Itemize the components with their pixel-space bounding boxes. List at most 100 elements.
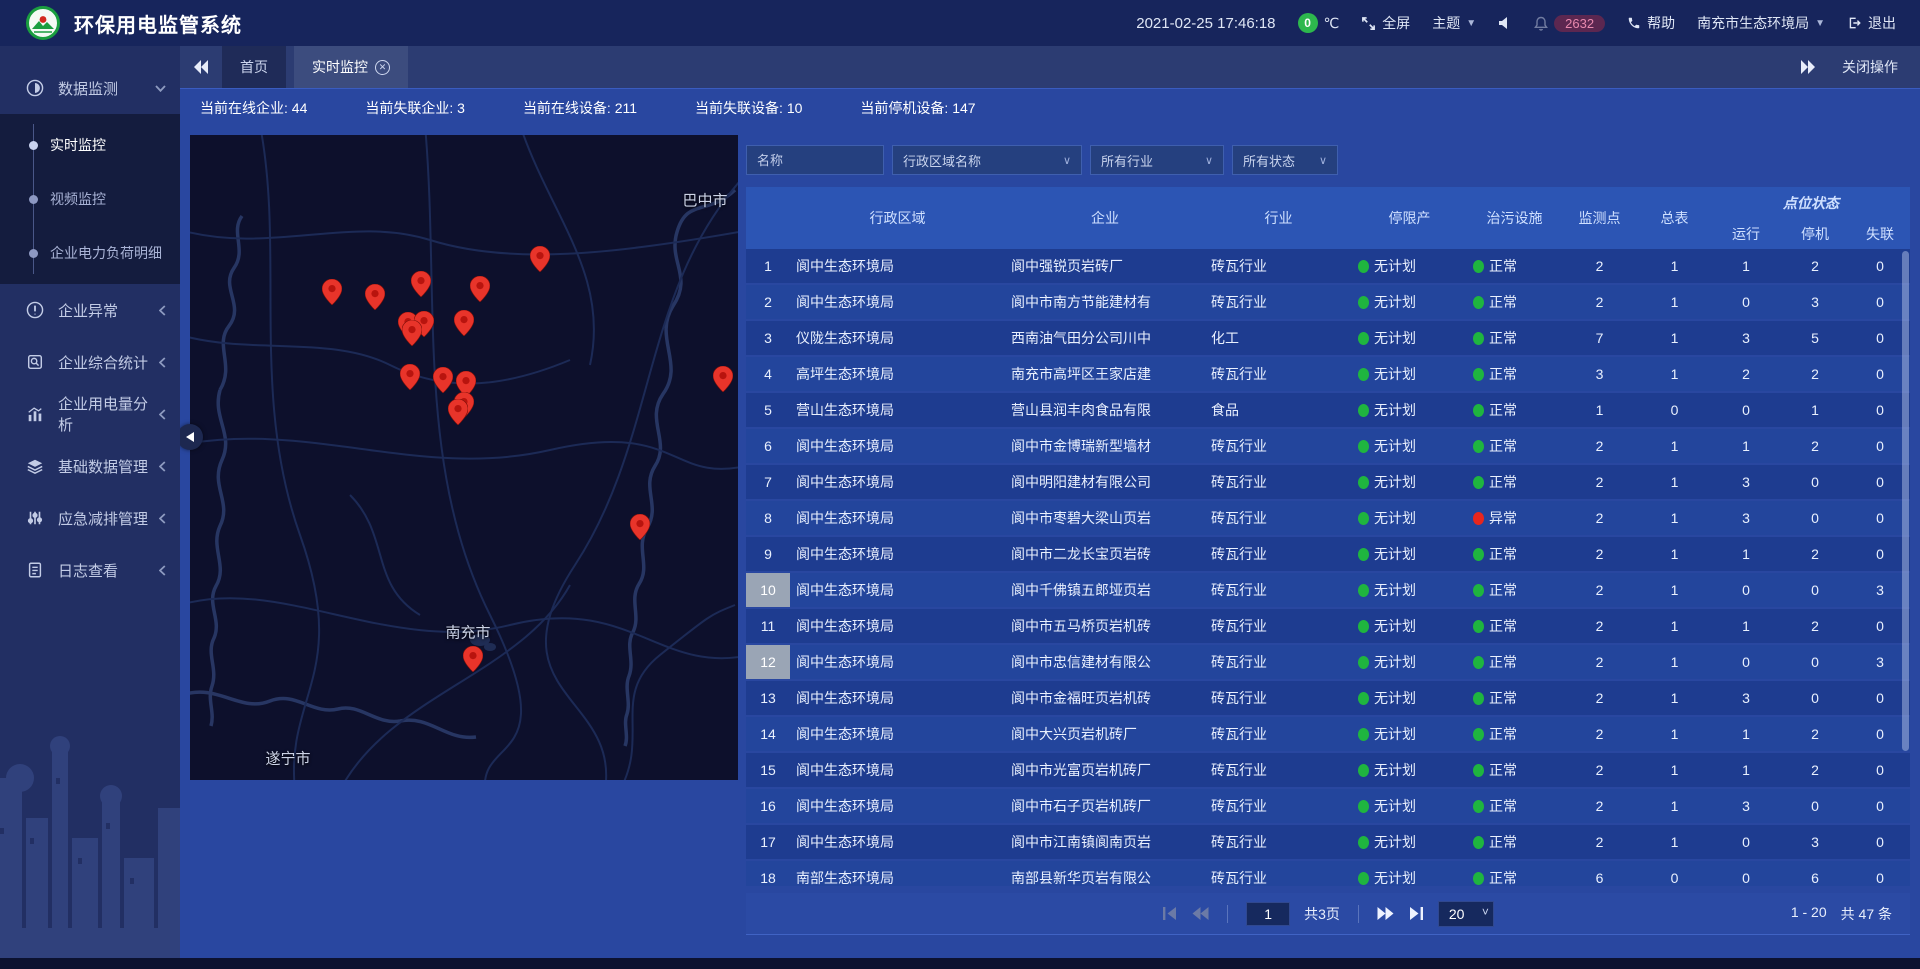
map-pin-10[interactable]	[433, 367, 453, 393]
map-pin-15[interactable]	[630, 514, 650, 540]
tab-1[interactable]: 实时监控✕	[294, 46, 408, 88]
status-text: 无计划	[1374, 832, 1416, 852]
tabs-scroll-left-button[interactable]	[180, 46, 222, 88]
sidebar-item-6[interactable]: 日志查看	[0, 544, 180, 596]
page-title: 环保用电监管系统	[74, 9, 242, 38]
table-row-15[interactable]: 15阆中生态环境局阆中市光富页岩机砖厂砖瓦行业无计划正常21120	[746, 753, 1910, 787]
volume-button[interactable]	[1498, 16, 1512, 30]
chart-icon	[26, 405, 44, 423]
status-dot-green	[1358, 764, 1369, 777]
map-pin-14[interactable]	[713, 366, 733, 392]
sidebar-subitem-0-1[interactable]: 视频监控	[0, 172, 180, 226]
double-chevron-right-icon[interactable]	[1800, 60, 1816, 74]
column-subheader-0[interactable]: 运行	[1712, 218, 1780, 249]
chevron-left-icon	[159, 565, 166, 576]
table-row-4[interactable]: 4高坪生态环境局南充市高坪区王家店建砖瓦行业无计划正常31220	[746, 357, 1910, 391]
status-text: 异常	[1489, 508, 1517, 528]
close-operations-button[interactable]: 关闭操作	[1842, 57, 1898, 77]
tab-close-icon[interactable]: ✕	[375, 60, 390, 75]
sidebar-item-4[interactable]: 基础数据管理	[0, 440, 180, 492]
sidebar-subitem-0-0[interactable]: 实时监控	[0, 118, 180, 172]
column-header-1[interactable]: 企业	[1005, 187, 1205, 249]
column-header-6[interactable]: 总表	[1637, 187, 1712, 249]
sidebar-item-5[interactable]: 应急减排管理	[0, 492, 180, 544]
table-row-10[interactable]: 10阆中生态环境局阆中千佛镇五郎垭页岩砖瓦行业无计划正常21003	[746, 573, 1910, 607]
table-row-3[interactable]: 3仪陇生态环境局西南油气田分公司川中化工无计划正常71350	[746, 321, 1910, 355]
region-filter-select[interactable]: 行政区域名称∨	[892, 145, 1082, 175]
cell-offline: 0	[1850, 681, 1910, 715]
table-row-17[interactable]: 17阆中生态环境局阆中市江南镇阆南页岩砖瓦行业无计划正常21030	[746, 825, 1910, 859]
status-filter-select[interactable]: 所有状态∨	[1232, 145, 1338, 175]
last-page-button[interactable]	[1408, 907, 1424, 920]
map-pin-4[interactable]	[530, 246, 550, 272]
map-pin-1[interactable]	[365, 284, 385, 310]
cell-offline: 3	[1850, 573, 1910, 607]
prev-page-button[interactable]	[1192, 907, 1209, 920]
table-row-14[interactable]: 14阆中生态环境局阆中大兴页岩机砖厂砖瓦行业无计划正常21120	[746, 717, 1910, 751]
sidebar-item-1[interactable]: 企业异常	[0, 284, 180, 336]
tab-0[interactable]: 首页	[222, 46, 286, 88]
column-header-2[interactable]: 行业	[1205, 187, 1352, 249]
column-header-4[interactable]: 治污设施	[1467, 187, 1562, 249]
map-pin-13[interactable]	[448, 399, 468, 425]
cell-meters: 1	[1637, 645, 1712, 679]
help-button[interactable]: 帮助	[1627, 13, 1675, 33]
sidebar-item-2[interactable]: 企业综合统计	[0, 336, 180, 388]
first-page-button[interactable]	[1162, 907, 1178, 920]
table-row-18[interactable]: 18南部生态环境局南部县新华页岩有限公砖瓦行业无计划正常60060	[746, 861, 1910, 886]
page-number-input[interactable]	[1246, 902, 1290, 926]
map-pin-8[interactable]	[454, 310, 474, 336]
table-row-13[interactable]: 13阆中生态环境局阆中市金福旺页岩机砖砖瓦行业无计划正常21300	[746, 681, 1910, 715]
table-row-6[interactable]: 6阆中生态环境局阆中市金博瑞新型墙材砖瓦行业无计划正常21120	[746, 429, 1910, 463]
map-pin-16[interactable]	[463, 646, 483, 672]
table-row-12[interactable]: 12阆中生态环境局阆中市忠信建材有限公砖瓦行业无计划正常21003	[746, 645, 1910, 679]
logout-button[interactable]: 退出	[1847, 13, 1896, 33]
column-subheader-1[interactable]: 停机	[1780, 218, 1850, 249]
bottom-strip	[0, 958, 1920, 969]
table-row-2[interactable]: 2阆中生态环境局阆中市南方节能建材有砖瓦行业无计划正常21030	[746, 285, 1910, 319]
sidebar-menu: 数据监测实时监控视频监控企业电力负荷明细企业异常企业综合统计企业用电量分析基础数…	[0, 62, 180, 596]
table-row-1[interactable]: 1阆中生态环境局阆中强锐页岩砖厂砖瓦行业无计划正常21120	[746, 249, 1910, 283]
table-row-5[interactable]: 5营山生态环境局营山县润丰肉食品有限食品无计划正常10010	[746, 393, 1910, 427]
map-panel[interactable]: 巴中市南充市遂宁市	[190, 135, 738, 780]
table-row-9[interactable]: 9阆中生态环境局阆中市二龙长宝页岩砖砖瓦行业无计划正常21120	[746, 537, 1910, 571]
table-row-8[interactable]: 8阆中生态环境局阆中市枣碧大梁山页岩砖瓦行业无计划异常21300	[746, 501, 1910, 535]
table-row-11[interactable]: 11阆中生态环境局阆中市五马桥页岩机砖砖瓦行业无计划正常21120	[746, 609, 1910, 643]
status-dot-green	[1473, 548, 1484, 561]
map-pin-7[interactable]	[402, 320, 422, 346]
map-collapse-handle[interactable]	[177, 424, 203, 450]
fullscreen-button[interactable]: 全屏	[1361, 13, 1410, 33]
map-pin-2[interactable]	[411, 271, 431, 297]
monitor-table-panel: 行政区域名称∨ 所有行业∨ 所有状态∨ 行政区域企业行业停限产治污设施监测点总表…	[746, 145, 1910, 935]
cell-rownum: 10	[746, 573, 790, 607]
sidebar-subitem-0-2[interactable]: 企业电力负荷明细	[0, 226, 180, 280]
cell-facility-status: 正常	[1467, 393, 1562, 427]
theme-dropdown[interactable]: 主题▼	[1432, 13, 1476, 33]
name-filter-input[interactable]	[746, 145, 884, 175]
cell-limit-status: 无计划	[1352, 249, 1467, 283]
column-subheader-2[interactable]: 失联	[1850, 218, 1910, 249]
status-text: 无计划	[1374, 256, 1416, 276]
sidebar-item-0[interactable]: 数据监测	[0, 62, 180, 114]
cell-stopped: 1	[1780, 393, 1850, 427]
industry-filter-select[interactable]: 所有行业∨	[1090, 145, 1224, 175]
table-row-16[interactable]: 16阆中生态环境局阆中市石子页岩机砖厂砖瓦行业无计划正常21300	[746, 789, 1910, 823]
map-pin-9[interactable]	[400, 364, 420, 390]
column-header-5[interactable]: 监测点	[1562, 187, 1637, 249]
column-header-0[interactable]: 行政区域	[790, 187, 1005, 249]
table-row-7[interactable]: 7阆中生态环境局阆中明阳建材有限公司砖瓦行业无计划正常21300	[746, 465, 1910, 499]
sidebar-item-3[interactable]: 企业用电量分析	[0, 388, 180, 440]
notifications-widget[interactable]: 2632	[1534, 15, 1605, 32]
chevron-left-icon	[159, 409, 166, 420]
map-pin-0[interactable]	[322, 279, 342, 305]
org-dropdown[interactable]: 南充市生态环境局▼	[1697, 13, 1825, 33]
column-header-3[interactable]: 停限产	[1352, 187, 1467, 249]
page-size-select[interactable]: 20	[1438, 901, 1494, 927]
stat-4: 当前停机设备: 147	[860, 98, 975, 118]
map-pin-3[interactable]	[470, 276, 490, 302]
sidebar-item-label: 基础数据管理	[58, 456, 148, 477]
cell-points: 2	[1562, 645, 1637, 679]
table-scrollbar[interactable]	[1902, 251, 1909, 751]
cell-running: 1	[1712, 537, 1780, 571]
next-page-button[interactable]	[1377, 907, 1394, 920]
